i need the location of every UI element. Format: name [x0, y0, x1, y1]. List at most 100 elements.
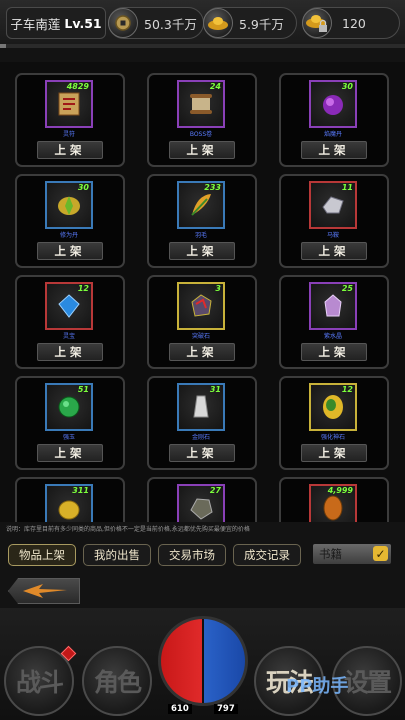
- bottom-hud: 战斗 角色 610 797 玩法 设置 PP助手: [0, 608, 405, 720]
- item-card[interactable]: 233 羽毛 上架: [147, 174, 257, 268]
- item-slot[interactable]: 11: [309, 181, 357, 229]
- item-slot[interactable]: 27: [177, 484, 225, 522]
- gem-icon: [58, 294, 80, 318]
- list-for-sale-button[interactable]: 上架: [169, 141, 235, 159]
- item-slot[interactable]: 51: [45, 383, 93, 431]
- item-card[interactable]: 30 焰魔丹上架: [279, 73, 389, 167]
- diamond-icon: [193, 395, 209, 418]
- item-card[interactable]: 12 强化神石上架: [279, 376, 389, 470]
- list-for-sale-button[interactable]: 上架: [37, 141, 103, 159]
- item-card[interactable]: 12 灵宝 上架: [15, 275, 125, 369]
- back-button[interactable]: [8, 578, 80, 604]
- list-for-sale-button[interactable]: 上架: [37, 343, 103, 361]
- list-for-sale-button[interactable]: 上架: [301, 242, 367, 260]
- item-slot[interactable]: 12: [45, 282, 93, 330]
- item-slot[interactable]: 30: [45, 181, 93, 229]
- item-card[interactable]: 11 马鞍上架: [279, 174, 389, 268]
- item-card[interactable]: 3 突破石上架: [147, 275, 257, 369]
- item-name: BOSS卷: [189, 131, 213, 138]
- item-quantity: 24: [209, 82, 221, 91]
- flame-pill-icon: [323, 95, 343, 115]
- list-for-sale-button[interactable]: 上架: [37, 444, 103, 462]
- boss-scroll-icon: [190, 94, 212, 114]
- item-name: 马鞍: [326, 232, 339, 239]
- amethyst-icon: [324, 294, 342, 317]
- list-for-sale-button[interactable]: 上架: [169, 242, 235, 260]
- item-card[interactable]: 30 修为丹上架: [15, 174, 125, 268]
- item-slot[interactable]: 12: [309, 383, 357, 431]
- item-card[interactable]: 4,999: [279, 477, 389, 522]
- item-slot[interactable]: 30: [309, 80, 357, 128]
- back-arrow-icon: [23, 584, 67, 598]
- item-quantity: 30: [341, 82, 353, 91]
- player-info[interactable]: 子车南莲 Lv.51: [6, 7, 106, 39]
- gold-nugget-icon: [58, 500, 80, 520]
- breakthrough-stone-icon: [191, 294, 212, 317]
- item-name: 金刚石: [191, 434, 210, 441]
- item-card[interactable]: 27: [147, 477, 257, 522]
- item-card[interactable]: 311: [15, 477, 125, 522]
- hp-value: 610: [168, 704, 192, 714]
- filter-label: 书籍: [319, 547, 342, 561]
- item-quantity: 233: [204, 183, 221, 192]
- item-name: 焰魔丹: [323, 131, 342, 138]
- item-card[interactable]: 51 强玉 上架: [15, 376, 125, 470]
- locked-ingot-icon: [302, 8, 332, 38]
- mp-value: 797: [214, 704, 238, 714]
- list-for-sale-button[interactable]: 上架: [301, 343, 367, 361]
- player-level: Lv.51: [64, 15, 102, 31]
- feather-icon: [191, 194, 211, 216]
- item-card[interactable]: 24 BOSS卷上架: [147, 73, 257, 167]
- item-name: 突破石: [191, 333, 210, 340]
- enhance-stone-icon: [323, 395, 343, 419]
- item-slot[interactable]: 4,999: [309, 484, 357, 522]
- list-for-sale-button[interactable]: 上架: [37, 242, 103, 260]
- item-card[interactable]: 31 金刚石上架: [147, 376, 257, 470]
- coin-value: 50.3千万: [144, 16, 197, 32]
- item-quantity: 311: [72, 486, 89, 495]
- item-slot[interactable]: 4829: [45, 80, 93, 128]
- item-quantity: 4,999: [327, 486, 353, 495]
- item-name: 强化神石: [320, 434, 345, 441]
- tab-trade-history[interactable]: 成交记录: [233, 544, 301, 566]
- list-for-sale-button[interactable]: 上架: [301, 444, 367, 462]
- gold-ingot-value: 5.9千万: [239, 16, 284, 32]
- tab-market[interactable]: 交易市场: [158, 544, 226, 566]
- item-slot[interactable]: 3: [177, 282, 225, 330]
- item-slot[interactable]: 233: [177, 181, 225, 229]
- market-note: 说明：库存里目前有多少同类的商品,但价格不一定是当前价格,永远都优先购买最便宜的…: [6, 526, 250, 533]
- locked-ingot-counter[interactable]: 120: [302, 7, 400, 39]
- checkmark-icon: ✓: [373, 546, 388, 561]
- item-name: 灵符: [62, 131, 75, 138]
- item-slot[interactable]: 25: [309, 282, 357, 330]
- item-quantity: 31: [209, 385, 221, 394]
- top-status-bar: 子车南莲 Lv.51 50.3千万 5.9千万 120: [0, 0, 405, 45]
- tab-list-item[interactable]: 物品上架: [8, 544, 76, 566]
- inventory-grid[interactable]: 4829 灵符 上架 24 BOSS卷 上架 30 焰魔丹 上架 30 修为丹 上架 233 羽毛 上架 11…: [0, 62, 405, 522]
- item-slot[interactable]: 311: [45, 484, 93, 522]
- locked-ingot-value: 120: [342, 15, 366, 31]
- item-quantity: 12: [341, 385, 353, 394]
- item-slot[interactable]: 31: [177, 383, 225, 431]
- item-quantity: 3: [215, 284, 221, 293]
- item-slot[interactable]: 24: [177, 80, 225, 128]
- pinecone-icon: [323, 495, 343, 521]
- list-for-sale-button[interactable]: 上架: [169, 444, 235, 462]
- player-name: 子车南莲: [10, 16, 61, 32]
- item-name: 紫水晶: [323, 333, 342, 340]
- item-quantity: 27: [209, 486, 221, 495]
- list-for-sale-button[interactable]: 上架: [169, 343, 235, 361]
- gold-ingot-icon: [203, 8, 233, 38]
- book-filter-toggle[interactable]: 书籍 ✓: [313, 544, 391, 564]
- coin-counter[interactable]: 50.3千万: [108, 7, 204, 39]
- pp-assistant-watermark: PP助手: [286, 676, 349, 697]
- item-card[interactable]: 4829 灵符上架: [15, 73, 125, 167]
- item-quantity: 4829: [66, 82, 89, 91]
- item-card[interactable]: 25 紫水晶上架: [279, 275, 389, 369]
- experience-bar: [0, 44, 405, 48]
- list-for-sale-button[interactable]: 上架: [301, 141, 367, 159]
- item-name: 修为丹: [59, 232, 78, 239]
- tab-my-sales[interactable]: 我的出售: [83, 544, 151, 566]
- character-button[interactable]: 角色: [82, 646, 152, 716]
- gold-ingot-counter[interactable]: 5.9千万: [203, 7, 297, 39]
